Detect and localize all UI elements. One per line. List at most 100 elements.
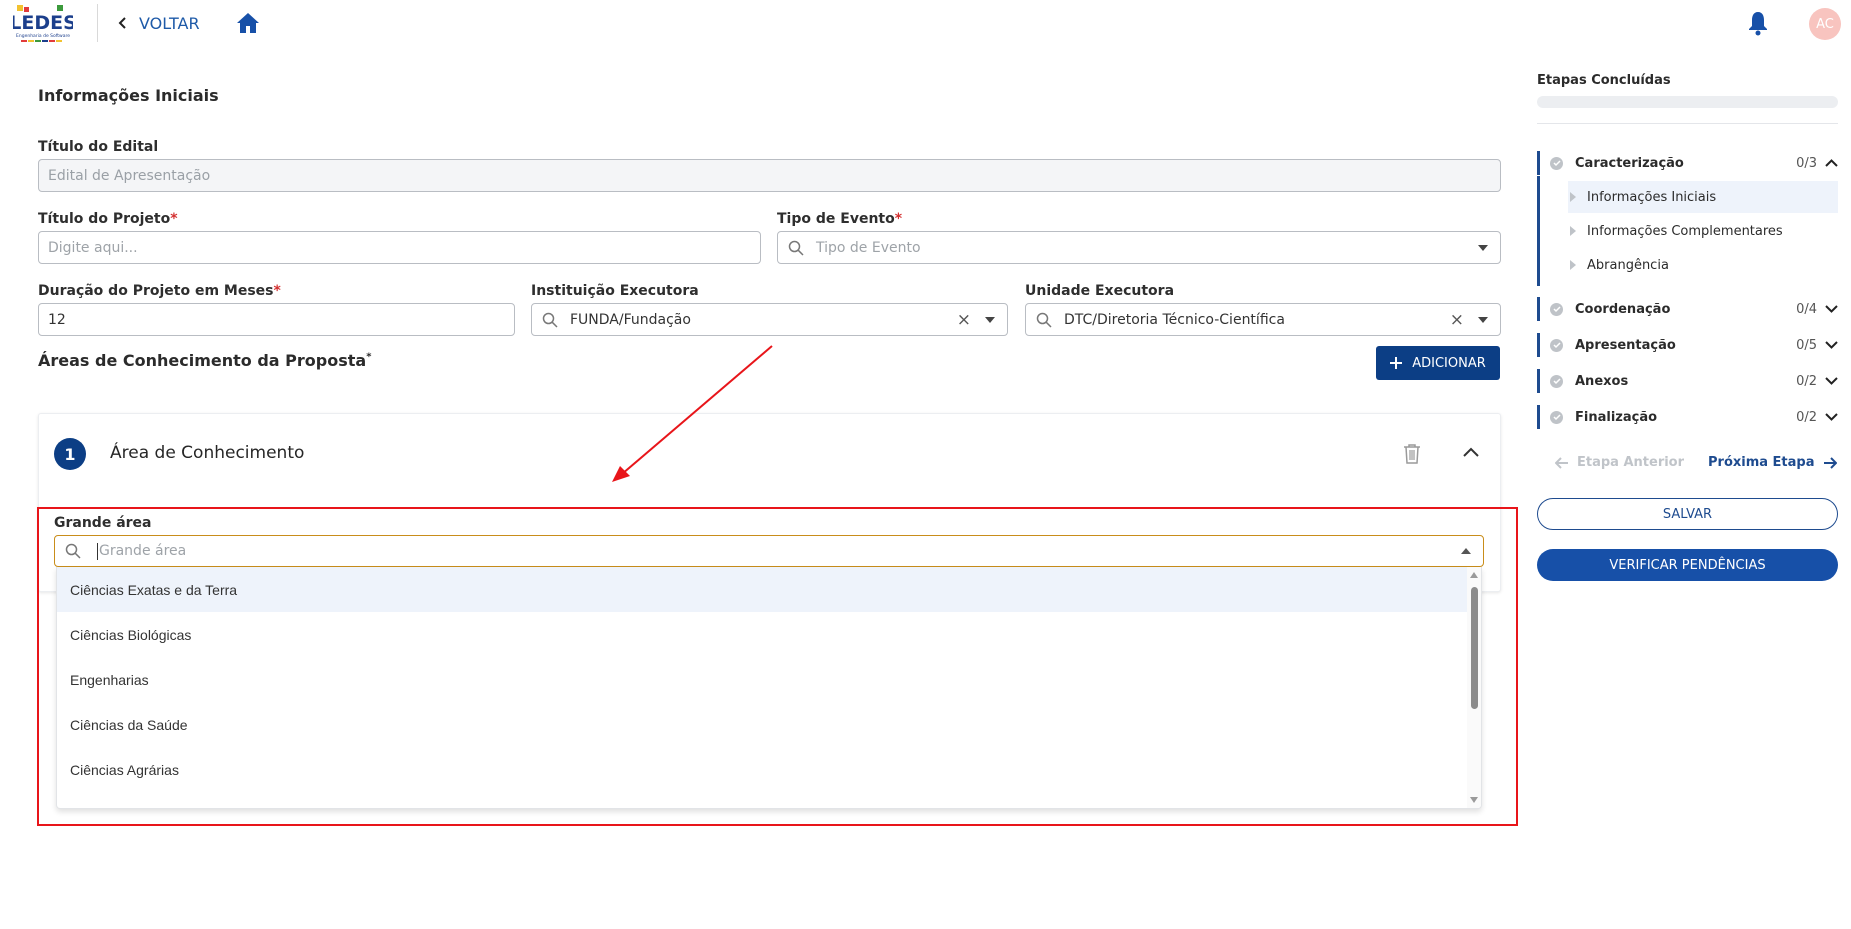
step-anexos[interactable]: Anexos 0/2 (1537, 369, 1838, 393)
unidade-value: DTC/Diretoria Técnico-Científica (1064, 311, 1285, 328)
search-icon (788, 240, 804, 256)
chevron-down-icon[interactable] (1825, 341, 1838, 349)
dropdown-option[interactable]: Ciências Agrárias (57, 747, 1469, 792)
home-icon[interactable] (236, 12, 260, 34)
back-button[interactable]: VOLTAR (117, 11, 200, 35)
annotation-arrow (612, 345, 773, 482)
logo-text: LEDES (13, 12, 73, 34)
tipo-evento-label-text: Tipo de Evento (777, 211, 895, 227)
step-indicator-bar (1537, 405, 1540, 429)
instituicao-label: Instituição Executora (531, 283, 699, 299)
step-caracterizacao[interactable]: Caracterização 0/3 (1537, 151, 1838, 175)
titulo-projeto-placeholder: Digite aqui... (48, 239, 138, 256)
chevron-down-icon[interactable] (1825, 377, 1838, 385)
scroll-up-arrow[interactable] (1470, 572, 1478, 578)
areas-title-text: Áreas de Conhecimento da Proposta (38, 351, 367, 370)
duracao-input[interactable]: 12 (38, 303, 515, 336)
previous-step-label: Etapa Anterior (1577, 455, 1685, 470)
substep-label: Informações Iniciais (1587, 189, 1717, 205)
add-area-button[interactable]: ADICIONAR (1376, 346, 1500, 380)
chevron-down-icon[interactable] (1825, 413, 1838, 421)
step-count: 0/2 (1796, 373, 1817, 389)
step-indicator-bar (1537, 297, 1540, 321)
substep-label: Abrangência (1587, 257, 1669, 273)
required-mark: * (170, 211, 178, 227)
text-cursor (97, 542, 98, 560)
arrow-right-icon (1823, 456, 1837, 469)
tipo-evento-select[interactable]: Tipo de Evento (777, 231, 1501, 264)
step-indicator-bar (1537, 151, 1540, 175)
clear-icon[interactable]: × (1450, 310, 1464, 330)
chevron-up-icon[interactable] (1825, 159, 1838, 167)
trash-icon[interactable] (1403, 443, 1421, 464)
caret-up-icon[interactable] (1461, 548, 1471, 554)
next-step-button[interactable]: Próxima Etapa (1708, 455, 1837, 470)
instituicao-value: FUNDA/Fundação (570, 311, 691, 328)
caret-down-icon[interactable] (1478, 316, 1488, 323)
titulo-projeto-input[interactable]: Digite aqui... (38, 231, 761, 264)
chevron-up-icon[interactable] (1463, 447, 1479, 457)
required-mark: * (273, 283, 281, 299)
tipo-evento-label: Tipo de Evento* (777, 211, 902, 227)
unidade-label: Unidade Executora (1025, 283, 1175, 299)
add-area-label: ADICIONAR (1412, 355, 1486, 371)
substeps-indicator-bar (1537, 176, 1540, 286)
substep-abrangencia[interactable]: Abrangência (1568, 249, 1838, 281)
grande-area-dropdown: Ciências Exatas e da Terra Ciências Biol… (56, 567, 1482, 809)
duracao-label: Duração do Projeto em Meses* (38, 283, 281, 299)
clear-icon[interactable]: × (957, 310, 971, 330)
previous-step-button[interactable]: Etapa Anterior (1555, 455, 1684, 470)
area-title: Área de Conhecimento (110, 443, 305, 463)
substep-informacoes-iniciais[interactable]: Informações Iniciais (1568, 181, 1838, 213)
titulo-edital-field: Edital de Apresentação (38, 159, 1501, 192)
grande-area-label: Grande área (54, 515, 152, 531)
instituicao-select[interactable]: FUNDA/Fundação × (531, 303, 1008, 336)
header-divider (97, 4, 98, 42)
search-icon (1036, 312, 1052, 328)
chevron-down-icon[interactable] (1825, 305, 1838, 313)
check-circle-icon (1550, 374, 1563, 388)
dropdown-scrollbar[interactable] (1467, 567, 1481, 808)
save-button[interactable]: SALVAR (1537, 498, 1838, 530)
chevron-left-icon (118, 17, 126, 29)
dropdown-option[interactable]: Engenharias (57, 657, 1469, 702)
dropdown-option[interactable]: Ciências da Saúde (57, 702, 1469, 747)
logo-subtitle: Engenharia de Software (16, 33, 70, 39)
back-label: VOLTAR (139, 13, 200, 33)
dropdown-option[interactable]: Ciências Biológicas (57, 612, 1469, 657)
scrollbar-thumb[interactable] (1471, 587, 1478, 709)
areas-required-mark: * (366, 351, 372, 363)
step-indicator-bar (1537, 333, 1540, 357)
step-name: Finalização (1575, 409, 1658, 425)
step-apresentacao[interactable]: Apresentação 0/5 (1537, 333, 1838, 357)
search-icon (65, 543, 81, 559)
step-count: 0/5 (1796, 337, 1817, 353)
verify-pending-button[interactable]: VERIFICAR PENDÊNCIAS (1537, 549, 1838, 581)
unidade-select[interactable]: DTC/Diretoria Técnico-Científica × (1025, 303, 1501, 336)
ledes-logo[interactable]: LEDES Engenharia de Software (9, 1, 77, 45)
caret-down-icon[interactable] (985, 316, 995, 323)
step-coordenacao[interactable]: Coordenação 0/4 (1537, 297, 1838, 321)
required-mark: * (894, 211, 903, 227)
step-count: 0/4 (1796, 301, 1817, 317)
steps-panel-title: Etapas Concluídas (1537, 73, 1671, 88)
check-circle-icon (1550, 156, 1563, 170)
panel-divider (1537, 123, 1838, 124)
steps-progress-bar (1537, 96, 1838, 108)
check-circle-icon (1550, 338, 1563, 352)
grande-area-placeholder: Grande área (99, 543, 187, 559)
check-circle-icon (1550, 302, 1563, 316)
user-avatar[interactable]: AC (1809, 8, 1841, 40)
dropdown-option[interactable]: Ciências Exatas e da Terra (57, 567, 1469, 612)
caret-right-icon (1570, 192, 1576, 202)
bell-icon[interactable] (1747, 10, 1769, 36)
grande-area-combobox[interactable]: Grande área (54, 535, 1484, 567)
duracao-label-text: Duração do Projeto em Meses (38, 283, 274, 299)
substep-informacoes-complementares[interactable]: Informações Complementares (1568, 215, 1838, 247)
step-finalizacao[interactable]: Finalização 0/2 (1537, 405, 1838, 429)
scroll-down-arrow[interactable] (1470, 797, 1478, 803)
caret-down-icon[interactable] (1478, 244, 1488, 251)
step-name: Apresentação (1575, 337, 1676, 353)
step-indicator-bar (1537, 369, 1540, 393)
tipo-evento-placeholder: Tipo de Evento (816, 239, 921, 256)
